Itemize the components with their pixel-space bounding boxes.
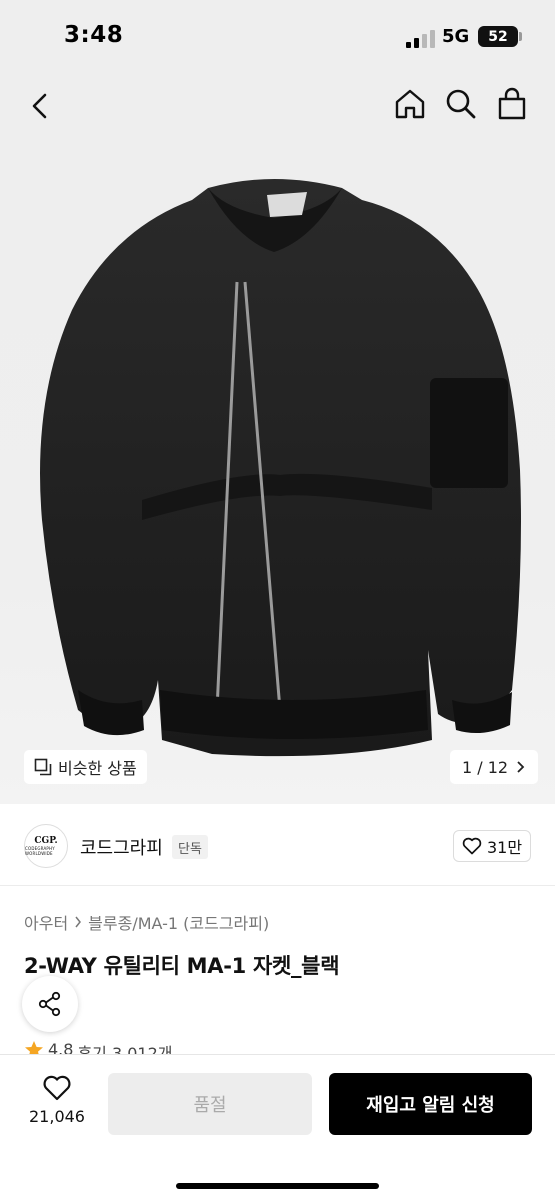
brand-logo[interactable]: CGP. CODEGRAPHY WORLDWIDE <box>24 824 68 868</box>
status-time: 3:48 <box>64 22 124 48</box>
chevron-right-icon <box>517 761 525 773</box>
brand-logo-subtext: CODEGRAPHY WORLDWIDE <box>25 846 55 856</box>
product-image <box>40 179 521 757</box>
product-gallery[interactable]: 비슷한 상품 1 / 12 <box>0 72 555 804</box>
home-icon[interactable] <box>394 88 426 120</box>
brand-like-count: 31만 <box>486 838 523 857</box>
page-counter: 1 / 12 <box>462 757 509 777</box>
image-page-indicator[interactable]: 1 / 12 <box>450 750 539 784</box>
product-title: 2-WAY 유틸리티 MA-1 자켓_블랙 <box>24 954 340 978</box>
battery-icon: 52 <box>478 26 518 47</box>
breadcrumb: 아우터 블루종/MA-1 (코드그라피) <box>24 910 269 934</box>
soldout-button: 품절 <box>108 1073 312 1135</box>
heart-icon <box>43 1075 71 1101</box>
similar-products-label: 비슷한 상품 <box>58 759 137 778</box>
breadcrumb-category[interactable]: 아우터 <box>24 910 68 934</box>
search-icon[interactable] <box>445 88 477 120</box>
brand-row: CGP. CODEGRAPHY WORLDWIDE 코드그라피 단독 31만 <box>0 804 555 886</box>
restock-notify-button[interactable]: 재입고 알림 신청 <box>329 1073 532 1135</box>
shopping-bag-icon[interactable] <box>496 87 528 121</box>
battery-cap <box>519 32 522 41</box>
wishlist-count: 21,046 <box>29 1107 85 1126</box>
brand-name[interactable]: 코드그라피 <box>80 834 163 860</box>
brand-logo-text: CGP. <box>34 836 58 846</box>
exclusive-badge: 단독 <box>172 835 208 859</box>
similar-products-button[interactable]: 비슷한 상품 <box>24 750 147 784</box>
heart-icon <box>462 837 482 855</box>
share-icon <box>38 991 61 1017</box>
back-icon[interactable] <box>28 92 52 120</box>
wishlist-button[interactable]: 21,046 <box>26 1075 88 1135</box>
brand-like-button[interactable]: 31만 <box>453 830 531 862</box>
cellular-signal-icon <box>406 30 435 48</box>
chevron-right-icon <box>75 916 82 928</box>
network-type: 5G <box>442 26 470 47</box>
status-bar: 3:48 5G 52 <box>0 0 555 72</box>
bottom-action-bar: 21,046 품절 재입고 알림 신청 <box>0 1054 555 1200</box>
copy-icon <box>34 758 52 776</box>
share-button[interactable] <box>22 976 78 1032</box>
home-indicator <box>176 1183 379 1189</box>
breadcrumb-subcategory[interactable]: 블루종/MA-1 (코드그라피) <box>88 910 269 934</box>
